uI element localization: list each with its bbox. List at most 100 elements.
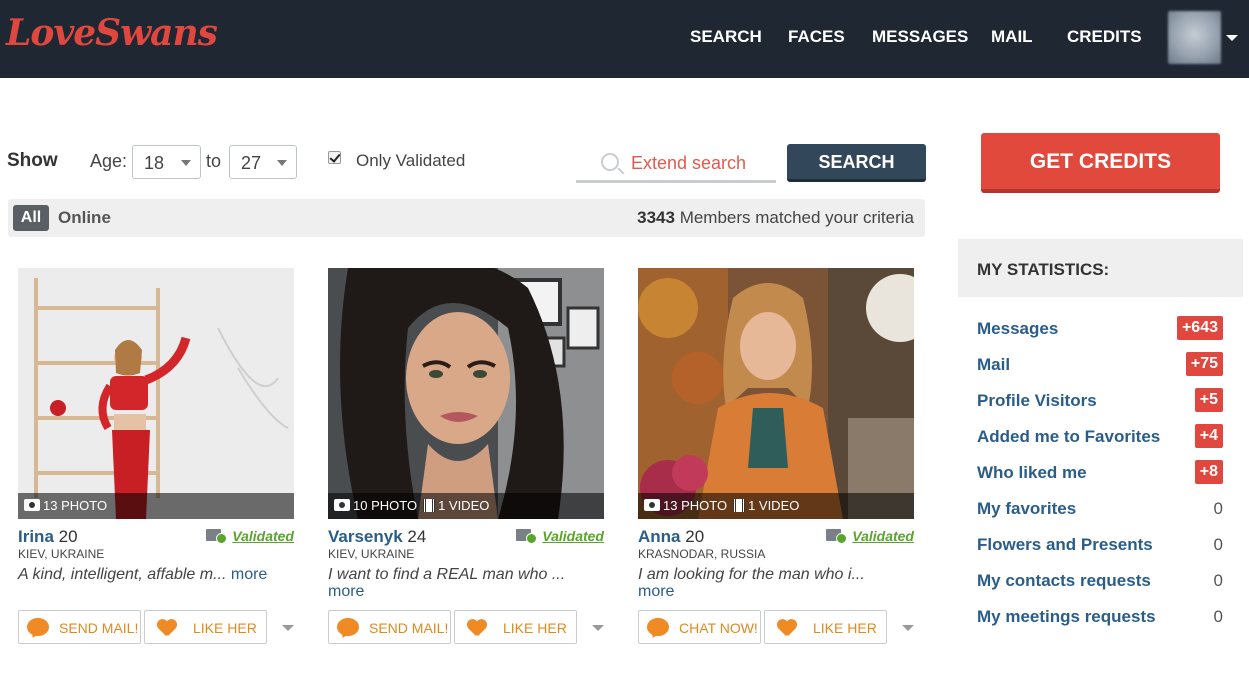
validated-label: Validated [542, 528, 604, 544]
description-text: I am looking for the man who i... [638, 566, 865, 583]
stat-label: Added me to Favorites [977, 427, 1161, 446]
chevron-down-icon [277, 160, 287, 166]
profile-card: 10 PHOTO 1 VIDEO Varsenyk 24 Validated KI… [328, 268, 604, 648]
stat-label: Flowers and Presents [977, 535, 1153, 554]
age-from-select[interactable]: 18 [132, 145, 201, 179]
get-credits-button[interactable]: GET CREDITS [981, 133, 1220, 193]
extend-search-link[interactable]: Extend search [576, 145, 776, 183]
matched-count: 3343 Members matched your criteria [637, 208, 914, 228]
age-to-select[interactable]: 27 [229, 145, 297, 179]
photo-count-strip: 13 PHOTO 1 VIDEO [638, 493, 914, 519]
send-mail-button[interactable]: SEND MAIL! [328, 610, 451, 644]
nav-credits[interactable]: CREDITS [1067, 27, 1142, 47]
profile-card: 13 PHOTO 1 VIDEO Anna 20 Validated KRASNO… [638, 268, 914, 648]
heart-icon [157, 620, 177, 637]
chat-bubble-icon [647, 618, 669, 636]
profile-photo[interactable]: 13 PHOTO [18, 268, 294, 519]
profile-photo-image [328, 268, 604, 519]
profile-name-line: Irina 20 [18, 527, 78, 547]
results-tabs-bar: All Online 3343 Members matched your cri… [8, 199, 925, 237]
extend-search-label: Extend search [631, 153, 747, 173]
video-count: 1 VIDEO [748, 498, 800, 513]
profile-location: KIEV, UKRAINE [328, 547, 415, 561]
chevron-down-icon[interactable] [282, 625, 294, 631]
like-her-label: LIKE HER [503, 620, 567, 636]
search-icon [601, 153, 619, 171]
chat-bubble-icon [337, 618, 359, 636]
send-mail-label: SEND MAIL! [369, 620, 449, 636]
stat-count-badge: +643 [1176, 316, 1223, 340]
stats-title: MY STATISTICS: [958, 239, 1243, 297]
tab-online[interactable]: Online [58, 208, 111, 228]
profile-photo[interactable]: 13 PHOTO 1 VIDEO [638, 268, 914, 519]
profile-description: A kind, intelligent, affable m... more [18, 566, 294, 583]
photo-count-strip: 13 PHOTO [18, 493, 294, 519]
matched-text: Members matched your criteria [679, 208, 914, 227]
stat-row-profile-visitors[interactable]: Profile Visitors +5 [977, 388, 1223, 414]
chat-now-button[interactable]: CHAT NOW! [638, 610, 761, 644]
stat-row-flowers-and-presents[interactable]: Flowers and Presents 0 [977, 532, 1223, 558]
chevron-down-icon[interactable] [592, 625, 604, 631]
stat-row-contacts-requests[interactable]: My contacts requests 0 [977, 568, 1223, 594]
chat-bubble-icon [27, 618, 49, 636]
send-mail-button[interactable]: SEND MAIL! [18, 610, 141, 644]
photo-count-strip: 10 PHOTO 1 VIDEO [328, 493, 604, 519]
profile-age: 20 [685, 527, 705, 546]
validated-label: Validated [852, 528, 914, 544]
video-icon [423, 499, 436, 512]
validated-icon [826, 529, 848, 544]
validated-icon [206, 529, 228, 544]
profile-name[interactable]: Irina [18, 527, 54, 546]
matched-number: 3343 [637, 208, 675, 227]
nav-faces[interactable]: FACES [788, 27, 845, 47]
stat-row-mail[interactable]: Mail +75 [977, 352, 1223, 378]
stat-row-who-liked-me[interactable]: Who liked me +8 [977, 460, 1223, 486]
more-link[interactable]: more [231, 566, 267, 583]
profile-name-line: Anna 20 [638, 527, 704, 547]
nav-messages[interactable]: MESSAGES [872, 27, 968, 47]
validated-icon [516, 529, 538, 544]
heart-icon [777, 620, 797, 637]
photo-count: 13 PHOTO [43, 498, 108, 513]
camera-icon [24, 499, 40, 511]
tab-all[interactable]: All [13, 205, 49, 231]
age-from-value: 18 [144, 153, 165, 173]
validated-badge[interactable]: Validated [516, 528, 604, 544]
photo-count: 13 PHOTO [663, 498, 728, 513]
stat-count-badge: +4 [1194, 424, 1223, 448]
stat-row-meetings-requests[interactable]: My meetings requests 0 [977, 604, 1223, 630]
more-link[interactable]: more [638, 583, 674, 600]
user-avatar[interactable] [1168, 11, 1221, 64]
camera-icon [644, 499, 660, 511]
search-button[interactable]: SEARCH [787, 144, 926, 182]
like-her-button[interactable]: LIKE HER [454, 610, 577, 644]
profile-name[interactable]: Anna [638, 527, 681, 546]
validated-badge[interactable]: Validated [826, 528, 914, 544]
nav-search[interactable]: SEARCH [690, 27, 762, 47]
chevron-down-icon[interactable] [1226, 35, 1238, 41]
stat-row-my-favorites[interactable]: My favorites 0 [977, 496, 1223, 522]
profile-description: I want to find a REAL man who ... more [328, 566, 604, 600]
like-her-button[interactable]: LIKE HER [764, 610, 887, 644]
only-validated-checkbox[interactable] [328, 151, 341, 164]
more-link[interactable]: more [328, 583, 364, 600]
profile-age: 20 [58, 527, 78, 546]
stat-count: 0 [1213, 499, 1223, 518]
profile-name[interactable]: Varsenyk [328, 527, 403, 546]
profile-photo[interactable]: 10 PHOTO 1 VIDEO [328, 268, 604, 519]
stat-count: 0 [1213, 607, 1223, 626]
only-validated-label[interactable]: Only Validated [356, 151, 465, 171]
like-her-label: LIKE HER [813, 620, 877, 636]
top-navigation-bar: LoveSwans SEARCH FACES MESSAGES MAIL CRE… [0, 0, 1249, 78]
description-text: A kind, intelligent, affable m... [18, 566, 227, 583]
stat-row-messages[interactable]: Messages +643 [977, 316, 1223, 342]
like-her-button[interactable]: LIKE HER [144, 610, 267, 644]
profile-location: KIEV, UKRAINE [18, 547, 105, 561]
nav-mail[interactable]: MAIL [991, 27, 1033, 47]
stat-row-added-to-favorites[interactable]: Added me to Favorites +4 [977, 424, 1223, 450]
stat-count: 0 [1213, 571, 1223, 590]
stat-label: Mail [977, 355, 1011, 374]
chevron-down-icon[interactable] [902, 625, 914, 631]
validated-badge[interactable]: Validated [206, 528, 294, 544]
stat-label: Messages [977, 319, 1059, 338]
